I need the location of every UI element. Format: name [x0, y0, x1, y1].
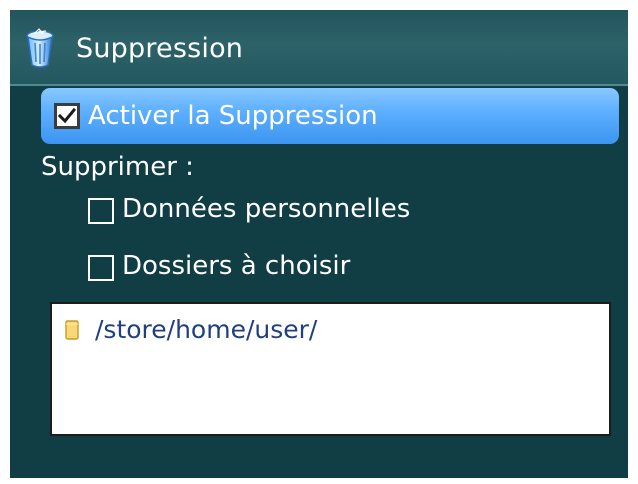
personal-data-checkbox[interactable]: [88, 198, 114, 224]
checkmark-icon: [58, 107, 76, 124]
enable-suppression-row[interactable]: Activer la Suppression: [41, 88, 619, 144]
page-title: Suppression: [76, 33, 244, 64]
title-bar: Suppression: [10, 10, 628, 86]
chosen-folders-label: Dossiers à choisir: [122, 251, 351, 281]
chosen-folders-checkbox[interactable]: [88, 255, 114, 281]
trash-icon: [24, 27, 56, 69]
personal-data-label: Données personnelles: [122, 194, 411, 224]
folder-path: /store/home/user/: [95, 315, 318, 344]
enable-suppression-checkbox[interactable]: [54, 103, 80, 129]
enable-suppression-label: Activer la Suppression: [88, 101, 378, 131]
personal-data-option[interactable]: Données personnelles: [87, 191, 507, 231]
chosen-folders-option[interactable]: Dossiers à choisir: [87, 248, 507, 288]
folder-list[interactable]: /store/home/user/: [50, 302, 611, 436]
deletion-settings-screen: Suppression Activer la Suppression Suppr…: [10, 10, 628, 478]
folder-icon: [65, 320, 79, 340]
delete-section-label: Supprimer :: [41, 152, 194, 182]
folder-list-item[interactable]: /store/home/user/: [65, 313, 585, 349]
